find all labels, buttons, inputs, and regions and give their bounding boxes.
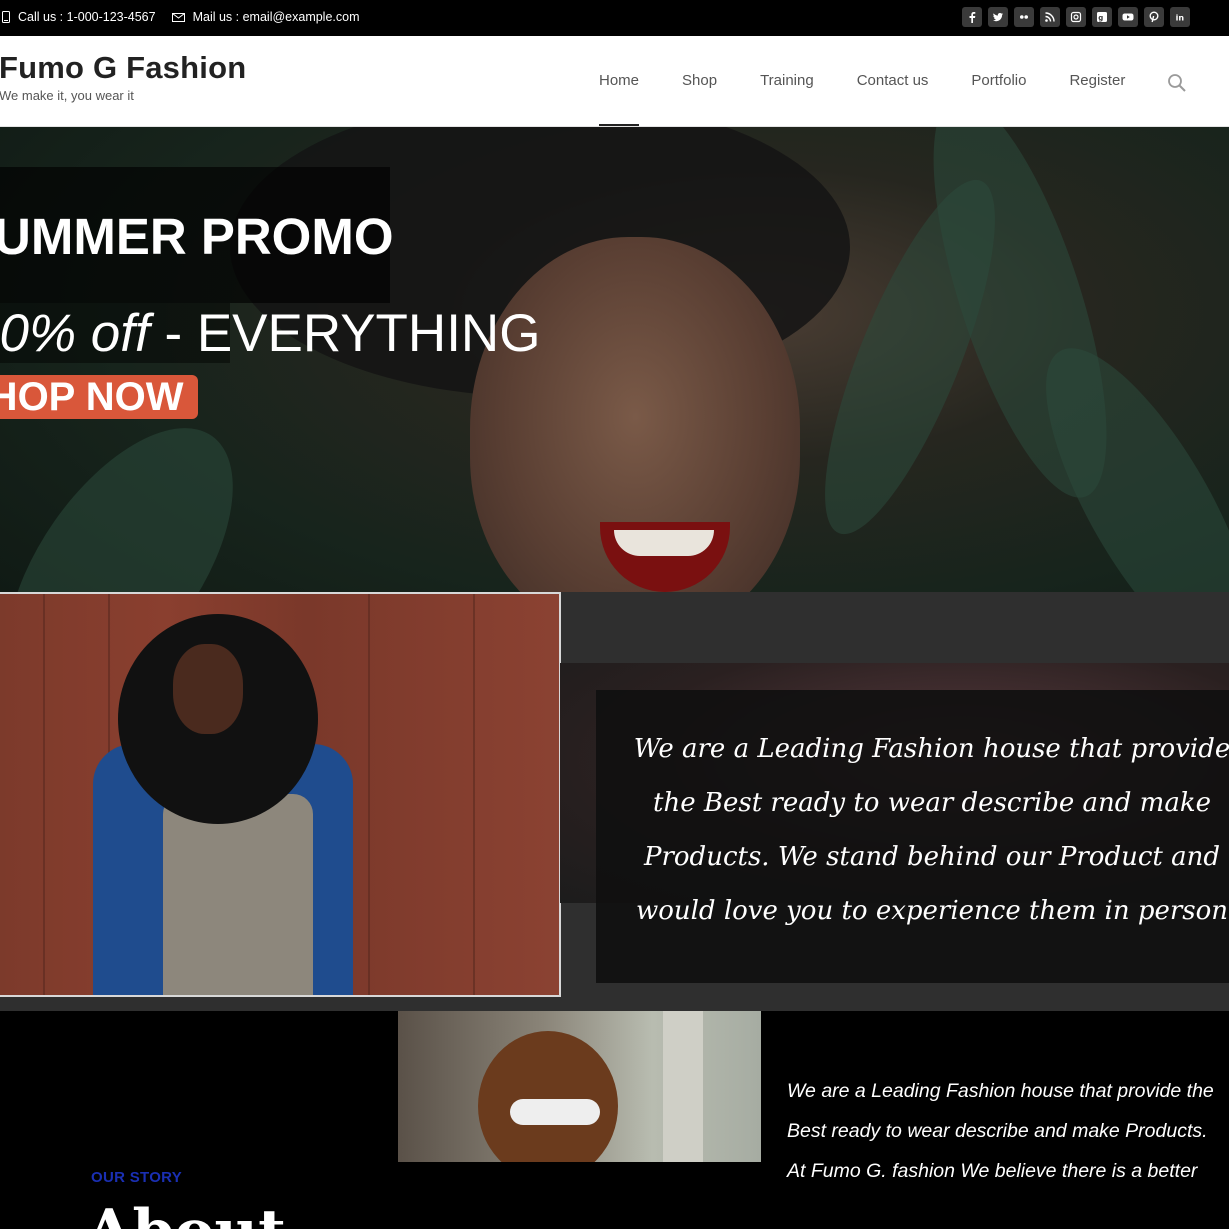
flickr-icon[interactable] [1014,7,1034,27]
about-text: We are a Leading Fashion house that prov… [633,734,1229,926]
youtube-icon[interactable] [1118,7,1138,27]
nav-home[interactable]: Home [599,72,640,126]
nav-shop[interactable]: Shop [682,72,717,126]
search-icon [1168,74,1186,92]
story-text: We are a Leading Fashion house that prov… [787,1071,1217,1191]
shop-now-button[interactable]: SHOP NOW [0,375,198,419]
story-section: OUR STORY About We are a Leading Fashion… [0,1011,1229,1229]
twitter-icon[interactable] [988,7,1008,27]
facebook-icon[interactable] [962,7,982,27]
promo-title: SUMMER PROMO [0,208,394,265]
search-button[interactable] [1167,73,1187,98]
model-afro [478,1031,618,1162]
google-plus-icon[interactable]: g [1092,7,1112,27]
story-heading: About [86,1197,286,1229]
site-tagline: We make it, you wear it [0,88,134,103]
promo-subtitle: 50% off - EVERYTHING [0,303,540,364]
model-face [173,644,243,734]
promo-percent: 50% off [0,304,150,363]
main-nav: Home Shop Training Contact us Portfolio … [599,72,1168,126]
instagram-icon[interactable] [1066,7,1086,27]
call-info: Call us : 1-000-123-4567 [2,10,156,24]
nav-portfolio[interactable]: Portfolio [971,72,1026,126]
social-links: g in [962,7,1190,27]
site-header: Fumo G Fashion We make it, you wear it H… [0,36,1229,127]
model-photo-red-wall [0,592,561,997]
svg-text:g: g [1098,14,1103,22]
nav-training[interactable]: Training [760,72,814,126]
promo-rest: - EVERYTHING [149,304,541,363]
mail-info[interactable]: Mail us : email@example.com [171,10,360,24]
top-bar: Call us : 1-000-123-4567 Mail us : email… [0,0,1229,36]
wall-plank [368,594,370,995]
wall-plank [43,594,45,995]
mail-text[interactable]: Mail us : email@example.com [193,10,360,24]
building-pillar [663,1011,703,1162]
mail-icon [171,12,185,22]
pinterest-icon[interactable] [1144,7,1164,27]
rss-icon[interactable] [1040,7,1060,27]
nav-contact-us[interactable]: Contact us [857,72,929,126]
call-text: Call us : 1-000-123-4567 [18,10,156,24]
model-vest [163,794,313,995]
site-title[interactable]: Fumo G Fashion [0,50,246,86]
svg-text:in: in [1176,14,1185,23]
phone-icon [2,11,10,23]
our-story-label: OUR STORY [91,1169,183,1186]
model-sunglasses [510,1099,600,1125]
brand[interactable]: Fumo G Fashion We make it, you wear it [0,50,246,103]
story-text-line2: At Fumo G. fashion We believe there is a… [787,1160,1198,1182]
story-text-line1: We are a Leading Fashion house that prov… [787,1080,1214,1142]
linkedin-icon[interactable]: in [1170,7,1190,27]
contact-info: Call us : 1-000-123-4567 Mail us : email… [2,10,376,24]
hero-banner: SUMMER PROMO 50% off - EVERYTHING SHOP N… [0,127,1229,662]
nav-register[interactable]: Register [1069,72,1125,126]
wall-plank [473,594,475,995]
about-section: We are a Leading Fashion house that prov… [0,592,1229,1011]
model-photo-sunglasses [398,1011,761,1162]
